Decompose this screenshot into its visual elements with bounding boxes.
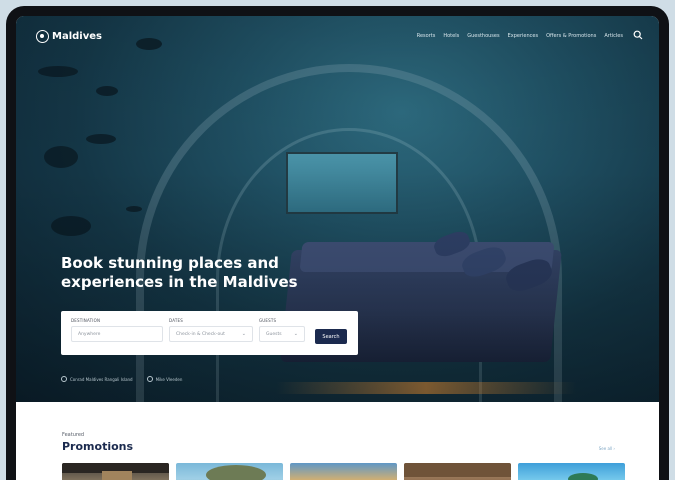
credit-location-text: Conrad Maldives Rangali Island: [70, 376, 133, 382]
featured-eyebrow: Featured: [62, 432, 85, 438]
browser-viewport: Maldives Resorts Hotels Guesthouses Expe…: [16, 16, 659, 480]
guests-group: GUESTS Guests ⌄: [259, 318, 305, 342]
featured-title: Promotions: [62, 440, 134, 453]
chevron-down-icon: ⌄: [293, 331, 298, 337]
promo-card[interactable]: [290, 463, 397, 480]
search-button[interactable]: Search: [315, 329, 347, 344]
guests-select[interactable]: Guests ⌄: [259, 326, 305, 342]
chevron-down-icon: ⌄: [241, 331, 246, 337]
dates-group: DATES Check-in & Check-out ⌄: [169, 318, 253, 342]
destination-group: DESTINATION Anywhere: [71, 318, 163, 342]
destination-input[interactable]: Anywhere: [71, 326, 163, 342]
featured-section: Featured Promotions See all ›: [16, 402, 659, 480]
destination-label: DESTINATION: [71, 318, 101, 323]
dates-value: Check-in & Check-out: [176, 331, 225, 337]
device-frame: Maldives Resorts Hotels Guesthouses Expe…: [6, 6, 669, 480]
guests-value: Guests: [266, 331, 282, 337]
search-icon[interactable]: [633, 30, 643, 40]
nav-link-hotels[interactable]: Hotels: [443, 33, 459, 39]
promo-card[interactable]: [176, 463, 283, 480]
credit-location[interactable]: Conrad Maldives Rangali Island: [61, 376, 133, 382]
camera-icon: [146, 376, 153, 382]
nav-links: Resorts Hotels Guesthouses Experiences O…: [417, 33, 623, 39]
credit-photographer-text: Mike Vleeden: [155, 376, 183, 382]
nav-link-offers[interactable]: Offers & Promotions: [546, 33, 596, 39]
booking-search-panel: DESTINATION Anywhere DATES Check-in & Ch…: [61, 311, 358, 355]
brand-name: Maldives: [52, 31, 102, 42]
nav-link-experiences[interactable]: Experiences: [508, 33, 539, 39]
guests-label: GUESTS: [259, 318, 277, 323]
credit-photographer[interactable]: Mike Vleeden: [146, 376, 183, 382]
nav-link-resorts[interactable]: Resorts: [417, 33, 436, 39]
nav-link-articles[interactable]: Articles: [604, 33, 623, 39]
hero-section: Maldives Resorts Hotels Guesthouses Expe…: [16, 16, 659, 402]
location-pin-icon: [61, 376, 67, 382]
brand-logo[interactable]: Maldives: [36, 30, 102, 43]
top-nav: Maldives Resorts Hotels Guesthouses Expe…: [16, 16, 659, 54]
hero-headline-line2: experiences in the Maldives: [61, 273, 298, 291]
destination-placeholder: Anywhere: [78, 331, 101, 337]
promo-card[interactable]: [62, 463, 169, 480]
promo-card[interactable]: [404, 463, 511, 480]
logo-mark-icon: [36, 30, 49, 43]
promo-card[interactable]: [518, 463, 625, 480]
see-all-link[interactable]: See all ›: [599, 446, 615, 451]
hero-headline: Book stunning places and experiences in …: [61, 254, 321, 292]
dates-select[interactable]: Check-in & Check-out ⌄: [169, 326, 253, 342]
promotions-row: [62, 463, 625, 480]
photo-credits: Conrad Maldives Rangali Island Mike Vlee…: [61, 376, 182, 382]
dates-label: DATES: [169, 318, 183, 323]
hero-headline-line1: Book stunning places and: [61, 254, 279, 272]
nav-link-guesthouses[interactable]: Guesthouses: [467, 33, 499, 39]
